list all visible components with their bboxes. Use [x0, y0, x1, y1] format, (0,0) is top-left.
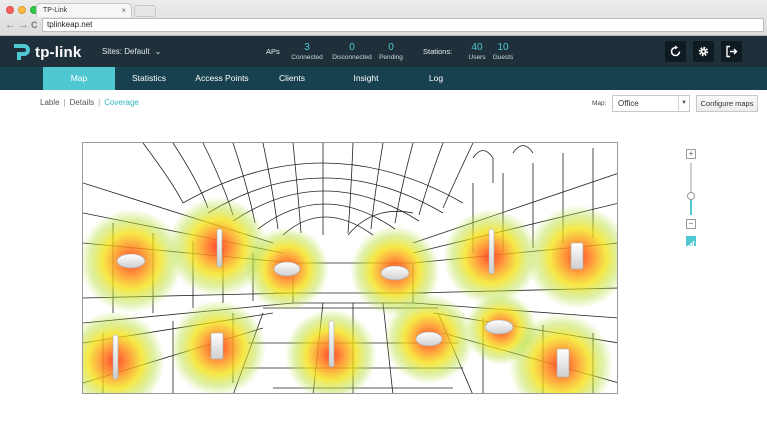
stat-value: 0: [388, 42, 394, 53]
floor-plan-svg: [83, 143, 617, 393]
access-point-ceiling[interactable]: [380, 265, 410, 281]
access-point-ceiling[interactable]: [116, 253, 146, 269]
coverage-map[interactable]: [82, 142, 618, 394]
access-point-wall[interactable]: [556, 348, 570, 378]
map-select[interactable]: Office ▼: [612, 95, 690, 112]
access-point-ceiling[interactable]: [415, 331, 443, 347]
window-controls: [6, 6, 38, 14]
close-window-button[interactable]: [6, 6, 14, 14]
tab-log[interactable]: Log: [400, 67, 472, 90]
tab-map[interactable]: Map: [43, 67, 115, 90]
zoom-slider-handle[interactable]: [687, 192, 695, 200]
app-header: tp-link Sites: Default ⌄ APs 3 Connected …: [0, 36, 767, 67]
aps-label: APs: [266, 47, 280, 56]
separator: |: [98, 98, 101, 107]
stations-label: Stations:: [423, 47, 453, 56]
chevron-down-icon: ⌄: [154, 47, 162, 56]
back-button[interactable]: ←: [5, 19, 16, 31]
access-point-antenna[interactable]: [488, 228, 495, 275]
stat-label: Guests: [492, 54, 514, 61]
logout-icon: [726, 45, 738, 58]
logout-button[interactable]: [721, 41, 742, 62]
browser-tab[interactable]: TP-Link ×: [36, 3, 132, 17]
tab-insight[interactable]: Insight: [330, 67, 402, 90]
heatmap-layer: [83, 197, 617, 393]
brand-name: tp-link: [35, 43, 82, 61]
stat-label: Disconnected: [332, 54, 372, 61]
stat-value: 0: [349, 42, 355, 53]
tab-access-points[interactable]: Access Points: [186, 67, 258, 90]
access-point-wall[interactable]: [210, 332, 224, 360]
forward-button[interactable]: →: [18, 19, 29, 31]
stat-label: Pending: [379, 54, 403, 61]
settings-button[interactable]: [693, 41, 714, 62]
main-nav: Map Statistics Access Points Clients Ins…: [0, 67, 767, 90]
view-tab-coverage[interactable]: Coverage: [104, 98, 139, 107]
access-point-wall[interactable]: [570, 242, 584, 270]
chevron-down-icon: ▼: [678, 96, 689, 111]
view-tab-details[interactable]: Details: [70, 98, 94, 107]
access-point-ceiling[interactable]: [484, 319, 514, 335]
site-selector-label: Sites: Default: [102, 47, 150, 56]
tplink-logo-icon: [14, 44, 30, 60]
map-select-value: Office: [618, 99, 639, 108]
gear-icon: [698, 46, 709, 57]
configure-maps-button[interactable]: Configure maps: [696, 95, 758, 112]
stat-label: Connected: [291, 54, 323, 61]
reload-button[interactable]: C: [31, 19, 38, 31]
tab-statistics[interactable]: Statistics: [113, 67, 185, 90]
browser-chrome: TP-Link × ← → C tplinkeap.net: [0, 0, 767, 36]
access-point-ceiling[interactable]: [273, 261, 301, 277]
new-tab-button[interactable]: [134, 5, 156, 17]
stations-guests-stat: 10 Guests: [481, 42, 525, 62]
address-bar[interactable]: tplinkeap.net: [42, 18, 764, 32]
tplink-logo: tp-link: [10, 42, 81, 62]
tab-clients[interactable]: Clients: [256, 67, 328, 90]
signal-bars-icon: [688, 241, 695, 248]
aps-pending-stat: 0 Pending: [369, 42, 413, 62]
browser-tab-title: TP-Link: [43, 7, 68, 14]
tab-close-icon[interactable]: ×: [121, 6, 126, 15]
access-point-antenna[interactable]: [112, 334, 119, 380]
signal-chart-icon[interactable]: [686, 236, 696, 248]
access-point-antenna[interactable]: [216, 228, 223, 268]
access-point-antenna[interactable]: [328, 320, 335, 368]
zoom-out-button[interactable]: −: [686, 219, 696, 229]
stat-value: 3: [304, 42, 310, 53]
site-selector[interactable]: Sites: Default ⌄: [102, 47, 161, 56]
view-tab-lable[interactable]: Lable: [40, 98, 60, 107]
zoom-in-button[interactable]: +: [686, 149, 696, 159]
stat-value: 10: [497, 42, 509, 53]
separator: |: [63, 98, 66, 107]
aps-disconnected-stat: 0 Disconnected: [330, 42, 374, 62]
refresh-button[interactable]: [665, 41, 686, 62]
minimize-window-button[interactable]: [18, 6, 26, 14]
aps-connected-stat: 3 Connected: [285, 42, 329, 62]
refresh-icon: [670, 45, 681, 57]
view-mode-tabs: Lable | Details | Coverage: [40, 98, 143, 107]
map-select-label: Map:: [592, 100, 607, 107]
